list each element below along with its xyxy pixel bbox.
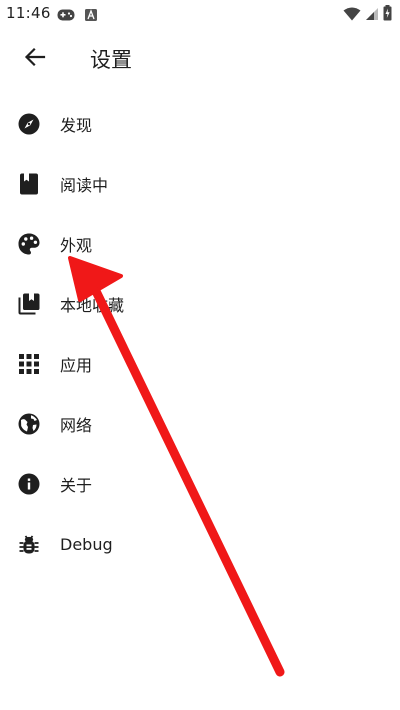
- menu-item-label: 网络: [60, 416, 93, 435]
- back-button[interactable]: [18, 42, 52, 76]
- signal-icon: [365, 6, 379, 25]
- settings-screen: 11:46 设置 发现 阅读中 外观 本地收藏 应用 网络 关于 Debug: [0, 0, 400, 710]
- library-icon: [17, 292, 41, 316]
- menu-item-label: 外观: [60, 236, 93, 255]
- menu-item-label: 本地收藏: [60, 296, 125, 315]
- menu-item-label: 阅读中: [60, 176, 109, 195]
- menu-item-apps[interactable]: 应用: [0, 334, 400, 394]
- page-title: 设置: [90, 48, 132, 72]
- compass-icon: [17, 112, 41, 136]
- menu-item-label: 发现: [60, 116, 93, 135]
- apps-grid-icon: [17, 352, 41, 376]
- menu-item-appearance[interactable]: 外观: [0, 214, 400, 274]
- settings-menu: 发现 阅读中 外观 本地收藏 应用 网络 关于 Debug: [0, 94, 400, 574]
- menu-item-about[interactable]: 关于: [0, 454, 400, 514]
- menu-item-local-favorites[interactable]: 本地收藏: [0, 274, 400, 334]
- menu-item-label: 应用: [60, 356, 93, 375]
- status-right-icons: [343, 5, 392, 25]
- status-left-icons: [57, 6, 97, 25]
- gamepad-icon: [57, 6, 75, 25]
- text-a-icon: [85, 6, 97, 25]
- book-icon: [17, 172, 41, 196]
- arrow-left-icon: [24, 46, 46, 72]
- wifi-icon: [343, 6, 361, 25]
- menu-item-label: Debug: [60, 534, 113, 554]
- menu-item-network[interactable]: 网络: [0, 394, 400, 454]
- app-bar: 设置: [0, 28, 400, 90]
- info-icon: [17, 472, 41, 496]
- status-bar: 11:46: [0, 0, 400, 28]
- menu-item-discover[interactable]: 发现: [0, 94, 400, 154]
- battery-charging-icon: [383, 5, 392, 25]
- menu-item-debug[interactable]: Debug: [0, 514, 400, 574]
- menu-item-label: 关于: [60, 476, 93, 495]
- bug-icon: [17, 532, 41, 556]
- globe-icon: [17, 412, 41, 436]
- status-time: 11:46: [6, 4, 51, 22]
- palette-icon: [17, 232, 41, 256]
- menu-item-reading[interactable]: 阅读中: [0, 154, 400, 214]
